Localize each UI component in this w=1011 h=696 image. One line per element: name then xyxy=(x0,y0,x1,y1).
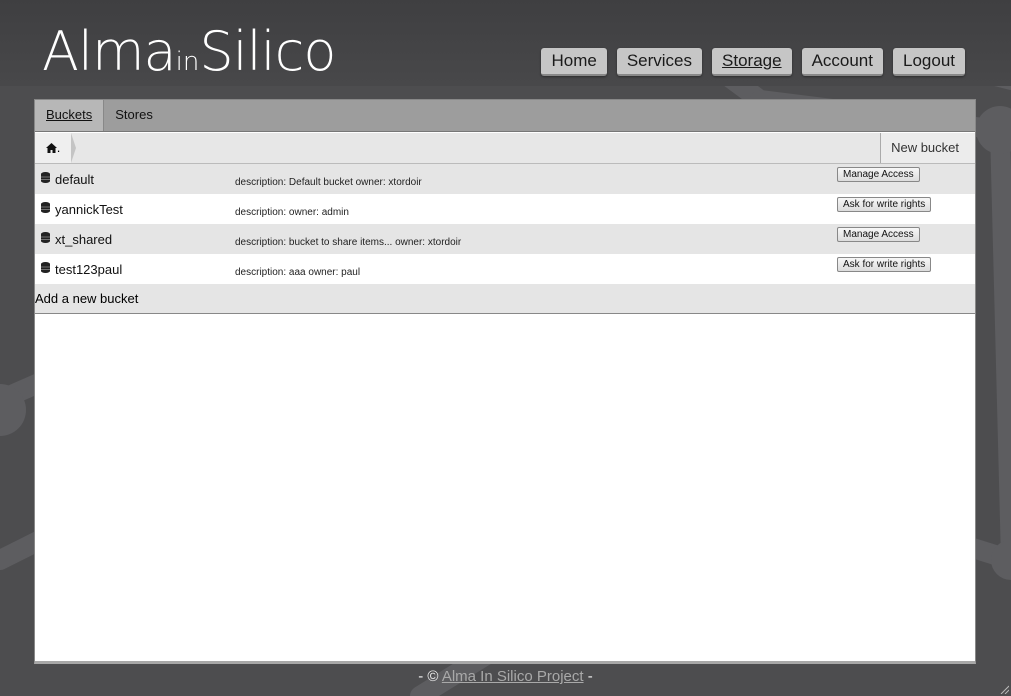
main-nav: Home Services Storage Account Logout xyxy=(541,48,965,76)
breadcrumb-home-suffix: . xyxy=(56,140,61,155)
ask-write-rights-button[interactable]: Ask for write rights xyxy=(837,257,932,272)
breadcrumb-toolbar: . New bucket xyxy=(35,133,975,164)
add-bucket-link[interactable]: Add a new bucket xyxy=(35,284,975,314)
breadcrumb-home[interactable]: . xyxy=(35,133,71,163)
database-icon xyxy=(41,262,50,273)
database-icon xyxy=(41,232,50,243)
nav-storage-button[interactable]: Storage xyxy=(712,48,792,76)
database-icon xyxy=(41,172,50,183)
home-icon xyxy=(45,143,57,153)
logo-text-alma: Alma xyxy=(42,20,177,83)
new-bucket-button[interactable]: New bucket xyxy=(880,133,975,163)
bucket-row: default description: Default bucket owne… xyxy=(35,164,975,194)
bucket-row: yannickTest description: owner: admin As… xyxy=(35,194,975,224)
bucket-description: description: Default bucket owner: xtord… xyxy=(235,177,422,188)
nav-services-button[interactable]: Services xyxy=(616,48,703,76)
footer: - © Alma In Silico Project - xyxy=(0,668,1011,685)
nav-logout-button[interactable]: Logout xyxy=(893,48,965,76)
logo-text-in: in xyxy=(175,47,200,77)
footer-suffix: - xyxy=(587,668,593,685)
manage-access-button[interactable]: Manage Access xyxy=(837,227,920,242)
bucket-row: test123paul description: aaa owner: paul… xyxy=(35,254,975,284)
footer-prefix: - © xyxy=(418,668,439,685)
tab-buckets[interactable]: Buckets xyxy=(35,100,105,131)
nav-home-button[interactable]: Home xyxy=(541,48,607,76)
bucket-row: xt_shared description: bucket to share i… xyxy=(35,224,975,254)
storage-panel: Buckets Stores . New bucket default desc… xyxy=(34,99,976,664)
bucket-name[interactable]: default xyxy=(55,172,94,187)
tab-stores[interactable]: Stores xyxy=(104,100,164,131)
bucket-name[interactable]: test123paul xyxy=(55,262,122,277)
tab-bar: Buckets Stores xyxy=(35,100,975,132)
bucket-name[interactable]: xt_shared xyxy=(55,232,112,247)
breadcrumb-separator xyxy=(71,133,76,163)
logo-text-silico: Silico xyxy=(199,20,336,83)
site-logo[interactable]: AlmainSilico xyxy=(42,20,336,92)
bucket-description: description: bucket to share items... ow… xyxy=(235,237,462,248)
ask-write-rights-button[interactable]: Ask for write rights xyxy=(837,197,932,212)
footer-project-link[interactable]: Alma In Silico Project xyxy=(442,668,584,685)
manage-access-button[interactable]: Manage Access xyxy=(837,167,920,182)
resize-grip-icon[interactable] xyxy=(999,684,1009,694)
bucket-description: description: owner: admin xyxy=(235,207,349,218)
database-icon xyxy=(41,202,50,213)
bucket-name[interactable]: yannickTest xyxy=(55,202,123,217)
bucket-description: description: aaa owner: paul xyxy=(235,267,361,278)
nav-account-button[interactable]: Account xyxy=(801,48,883,76)
